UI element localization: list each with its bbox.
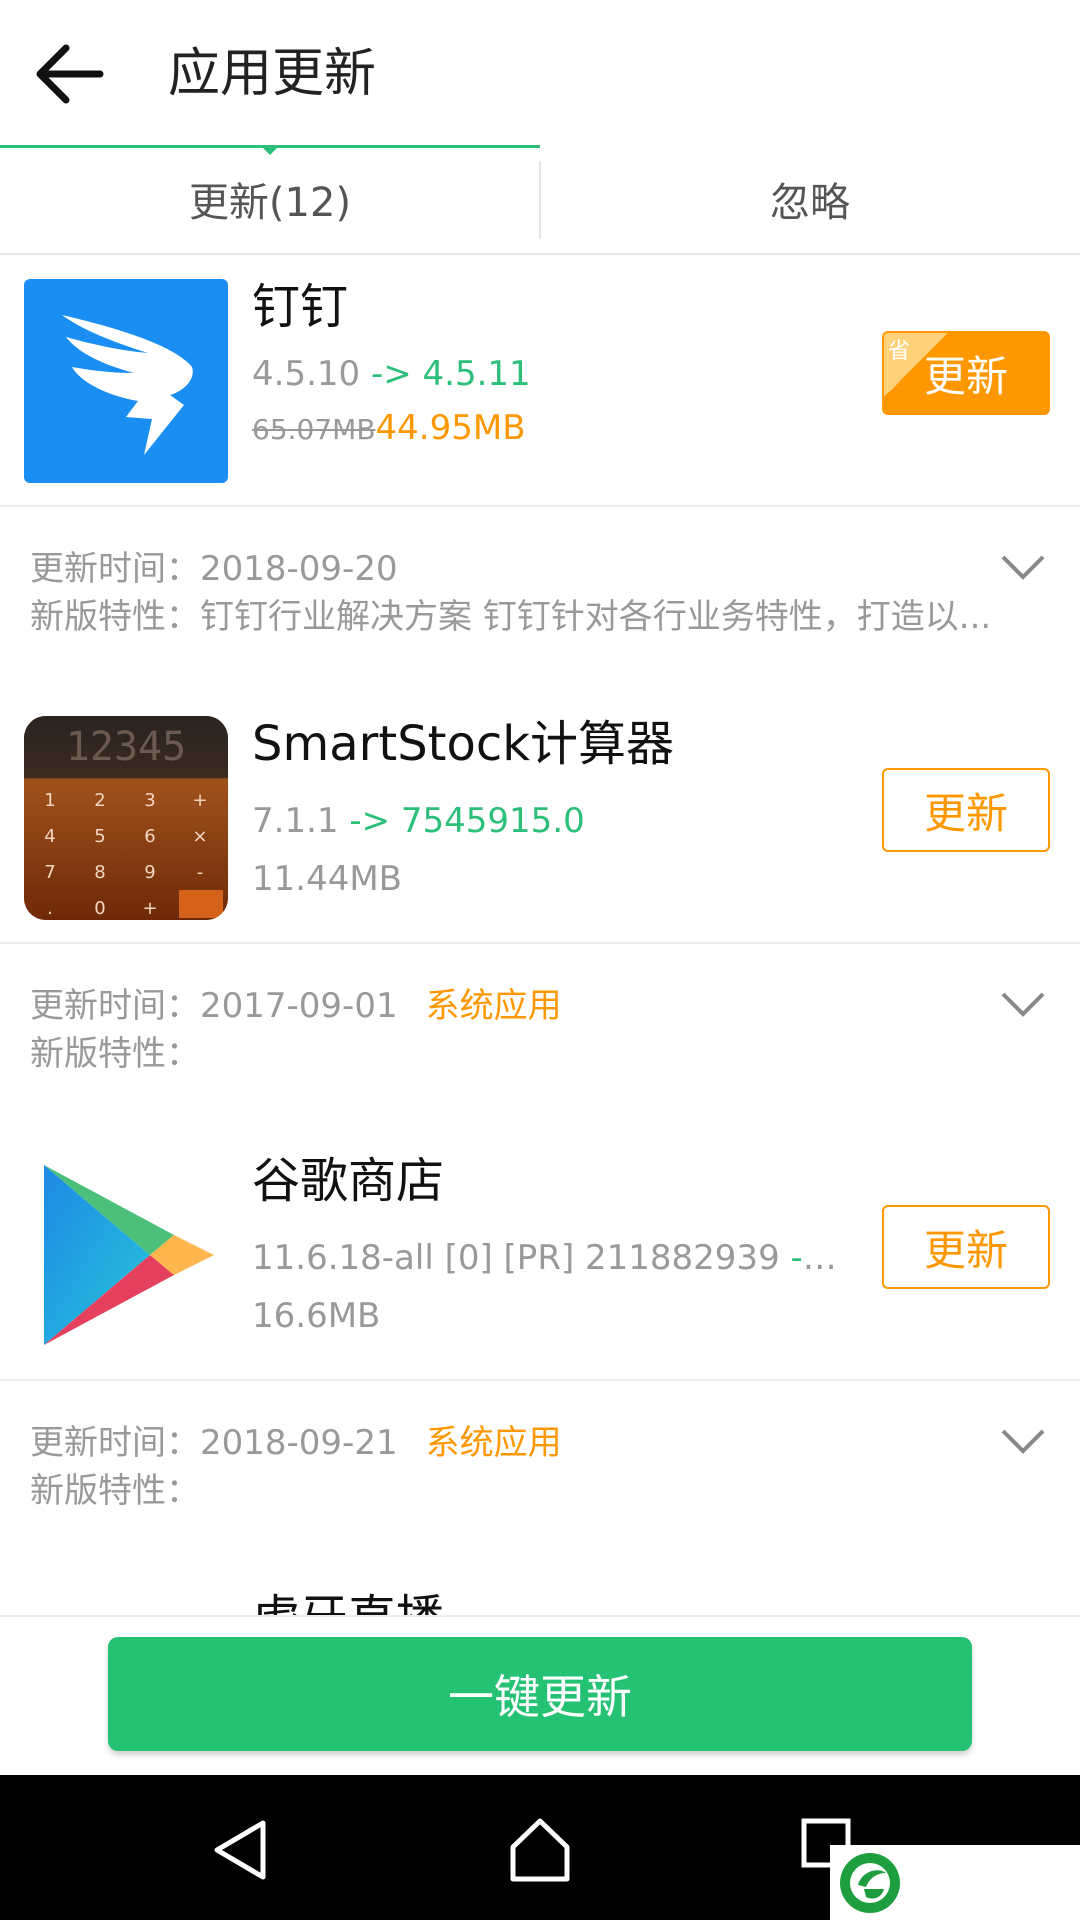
app-name: 虎牙直播 xyxy=(252,1586,444,1615)
calculator-key: 3 xyxy=(144,790,155,811)
update-button[interactable]: 省 更新 xyxy=(882,331,1050,415)
release-features: 新版特性：钉钉行业解决方案 钉钉针对各行业务特性，打造以... xyxy=(30,597,992,637)
update-all-button[interactable]: 一键更新 xyxy=(108,1637,972,1751)
new-version: -> 11.... xyxy=(790,1238,852,1278)
app-row[interactable]: 钉钉 4.5.10 -> 4.5.11 65.07MB44.95MB 省 更新 xyxy=(0,255,1080,507)
calculator-key: 8 xyxy=(94,862,105,883)
update-details[interactable]: 更新时间：2017-09-01 系统应用 新版特性： xyxy=(0,944,1080,1129)
app-row[interactable]: 谷歌商店 11.6.18-all [0] [PR] 211882939 -> 1… xyxy=(0,1129,1080,1381)
calculator-key: × xyxy=(192,826,207,847)
version-info: 7.1.1 -> 7545915.0 xyxy=(252,798,585,844)
calculator-key: 4 xyxy=(44,826,55,847)
list-item: 12345 123+456×789-.0+= SmartStock计算器 7.1… xyxy=(0,692,1080,1129)
calculator-key: 6 xyxy=(144,826,155,847)
calculator-key: 2 xyxy=(94,790,105,811)
huya-app-icon xyxy=(24,1590,228,1615)
calculator-key: 1 xyxy=(44,790,55,811)
update-button[interactable]: 更新 xyxy=(882,1205,1050,1289)
update-time: 更新时间：2017-09-01 系统应用 xyxy=(30,986,562,1026)
list-item: 谷歌商店 11.6.18-all [0] [PR] 211882939 -> 1… xyxy=(0,1129,1080,1566)
current-version: 7.1.1 xyxy=(252,801,339,841)
play-store-app-icon xyxy=(24,1153,228,1357)
new-version: -> 4.5.11 xyxy=(370,354,531,394)
list-item: 钉钉 4.5.10 -> 4.5.11 65.07MB44.95MB 省 更新 … xyxy=(0,255,1080,692)
chevron-down-icon[interactable] xyxy=(1000,553,1046,581)
arrow-left-icon xyxy=(36,44,104,104)
watermark-logo xyxy=(830,1845,1080,1920)
update-details[interactable]: 更新时间：2018-09-20 新版特性：钉钉行业解决方案 钉钉针对各行业务特性… xyxy=(0,507,1080,692)
app-header: 应用更新 xyxy=(0,0,1080,145)
calculator-key: + xyxy=(142,898,157,919)
release-features: 新版特性： xyxy=(30,1034,200,1074)
app-size: 11.44MB xyxy=(252,859,402,899)
tab-bar: 更新(12) 忽略 xyxy=(0,145,1080,255)
size-info: 65.07MB44.95MB xyxy=(252,405,526,453)
current-version: 4.5.10 xyxy=(252,354,361,394)
size-info: 11.44MB xyxy=(252,856,402,902)
nav-back-icon[interactable] xyxy=(205,1815,275,1885)
page-title: 应用更新 xyxy=(168,44,377,104)
update-button[interactable]: 更新 xyxy=(882,768,1050,852)
calculator-key: . xyxy=(47,898,53,919)
dingtalk-app-icon xyxy=(24,279,228,483)
calculator-key: 5 xyxy=(94,826,105,847)
release-features: 新版特性： xyxy=(30,1471,200,1511)
new-size: 44.95MB xyxy=(375,408,526,448)
calculator-key: 9 xyxy=(144,862,155,883)
app-row[interactable]: 12345 123+456×789-.0+= SmartStock计算器 7.1… xyxy=(0,692,1080,944)
app-size: 16.6MB xyxy=(252,1296,381,1336)
version-info: 4.5.10 -> 4.5.11 xyxy=(252,351,531,397)
calculator-display: 12345 xyxy=(66,724,186,770)
current-version: 11.6.18-all [0] [PR] 211882939 xyxy=(252,1238,780,1278)
tab-ignore[interactable]: 忽略 xyxy=(540,145,1080,253)
update-time: 更新时间：2018-09-21 系统应用 xyxy=(30,1423,562,1463)
nav-home-icon[interactable] xyxy=(505,1815,575,1885)
new-version: -> 7545915.0 xyxy=(349,801,585,841)
tab-updates[interactable]: 更新(12) xyxy=(0,145,540,253)
system-app-tag: 系统应用 xyxy=(425,1423,562,1463)
update-button-label: 更新 xyxy=(923,351,1008,401)
calculator-key: 0 xyxy=(94,898,105,919)
chevron-down-icon[interactable] xyxy=(1000,990,1046,1018)
app-name: 谷歌商店 xyxy=(252,1153,445,1209)
calculator-app-icon: 12345 123+456×789-.0+= xyxy=(24,716,228,920)
list-item: 虎牙直播 xyxy=(0,1566,1080,1615)
version-info: 11.6.18-all [0] [PR] 211882939 -> 11.... xyxy=(252,1235,852,1281)
calculator-key: - xyxy=(197,862,204,883)
back-button[interactable] xyxy=(30,36,110,112)
leaf-logo-icon xyxy=(840,1853,900,1913)
calculator-key: + xyxy=(192,790,207,811)
update-list[interactable]: 钉钉 4.5.10 -> 4.5.11 65.07MB44.95MB 省 更新 … xyxy=(0,255,1080,1615)
app-name: SmartStock计算器 xyxy=(252,716,675,772)
update-details[interactable]: 更新时间：2018-09-21 系统应用 新版特性： xyxy=(0,1381,1080,1566)
chevron-down-icon[interactable] xyxy=(1000,1427,1046,1455)
app-name: 钉钉 xyxy=(252,279,349,335)
size-info: 16.6MB xyxy=(252,1293,380,1339)
bottom-action-bar: 一键更新 xyxy=(0,1615,1080,1775)
old-size: 65.07MB xyxy=(252,413,376,446)
app-row[interactable]: 虎牙直播 xyxy=(0,1566,1080,1615)
update-time: 更新时间：2018-09-20 xyxy=(30,549,398,589)
system-app-tag: 系统应用 xyxy=(425,986,562,1026)
calculator-key: 7 xyxy=(44,862,55,883)
